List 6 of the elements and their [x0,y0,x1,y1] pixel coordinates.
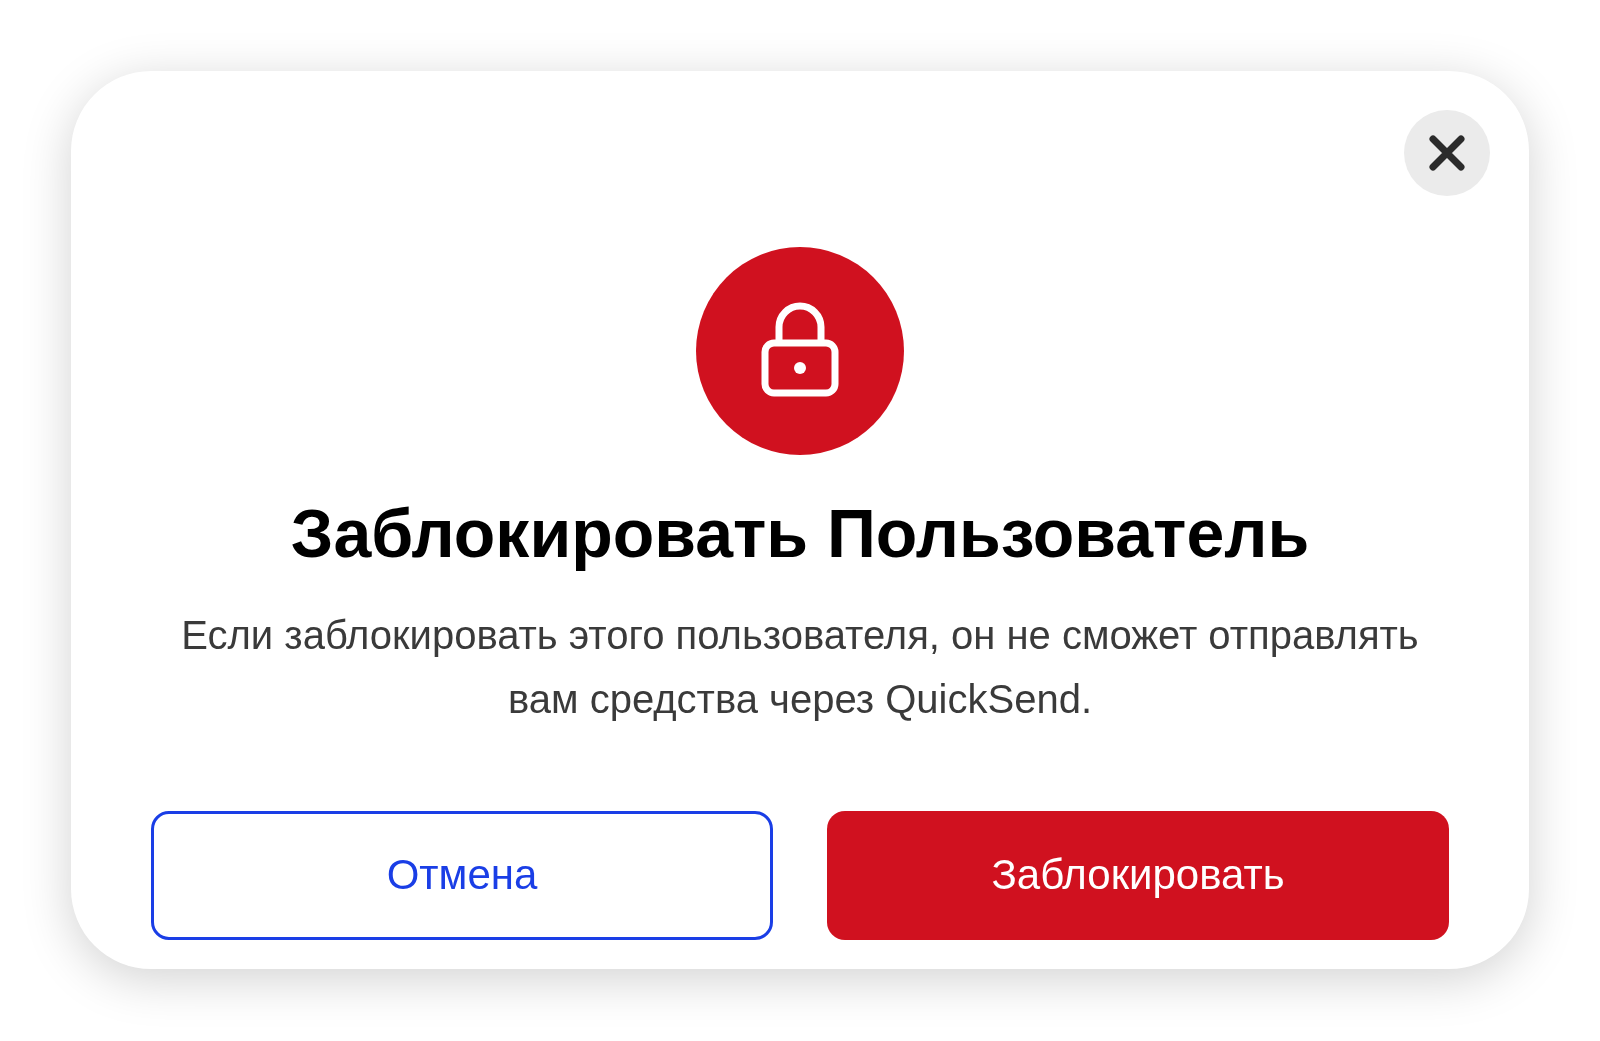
lock-icon [696,247,904,455]
close-icon [1428,134,1466,172]
dialog-message: Если заблокировать этого пользователя, он не сможет отправлять вам средства через QuickSend. [180,611,1420,723]
block-button[interactable]: Заблокировать [827,810,1449,940]
dialog-title: Заблокировать Пользователь [290,494,1310,573]
cancel-button[interactable]: Отмена [151,810,773,940]
